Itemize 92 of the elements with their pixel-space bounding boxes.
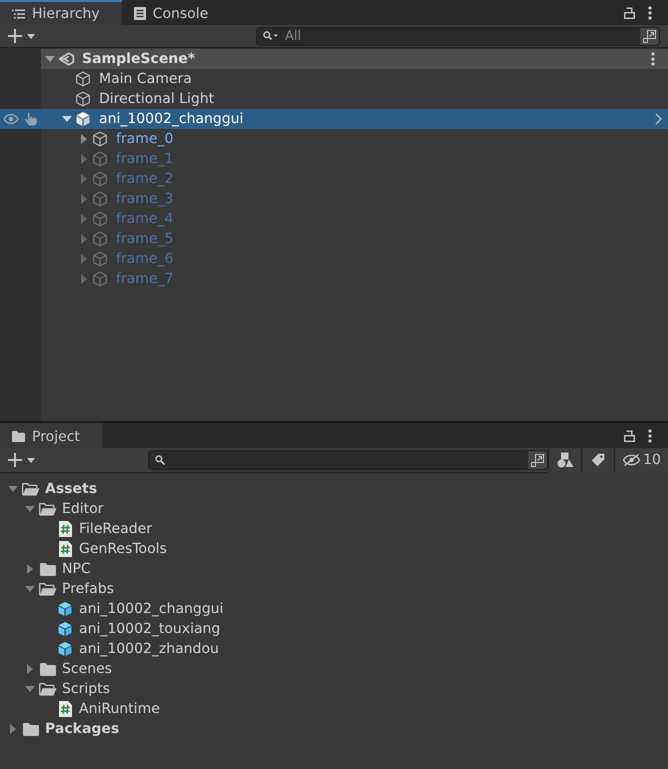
foldout-arrow-icon[interactable]	[27, 664, 33, 674]
cube-icon	[92, 131, 108, 147]
eye-slash-icon	[622, 454, 642, 466]
filled-cube-icon	[57, 641, 73, 657]
project-item[interactable]: NPC	[0, 559, 668, 579]
panel-tab[interactable]: Console	[122, 0, 230, 25]
square-arrow-icon	[643, 30, 656, 42]
project-item[interactable]: ani_10002_changgui	[0, 599, 668, 619]
cube-icon	[75, 71, 91, 87]
kebab-menu-icon[interactable]	[648, 6, 652, 20]
foldout-arrow-icon[interactable]	[81, 254, 87, 264]
project-item[interactable]: ani_10002_touxiang	[0, 619, 668, 639]
project-item[interactable]: ani_10002_zhandou	[0, 639, 668, 659]
project-item[interactable]: Assets	[0, 479, 668, 499]
panel-tab[interactable]: Hierarchy	[0, 0, 122, 25]
plus-icon	[8, 453, 22, 467]
tag-icon	[591, 453, 605, 467]
document-icon	[134, 7, 146, 20]
panel-tab[interactable]: Project	[0, 423, 102, 448]
cube-icon	[92, 151, 108, 167]
hierarchy-item[interactable]: Directional Light	[0, 89, 668, 109]
foldout-arrow-icon[interactable]	[62, 116, 72, 122]
caret-icon	[27, 458, 35, 462]
foldout-arrow-icon[interactable]	[81, 134, 87, 144]
folder-icon	[40, 662, 56, 676]
project-item[interactable]: Prefabs	[0, 579, 668, 599]
type-filter-button[interactable]	[548, 448, 581, 472]
kebab-menu-icon[interactable]	[648, 428, 652, 442]
foldout-arrow-icon[interactable]	[8, 486, 18, 492]
project-item[interactable]: FileReader	[0, 519, 668, 539]
cube-icon	[92, 211, 108, 227]
square-arrow-icon	[531, 454, 544, 466]
cube-icon	[92, 251, 108, 267]
project-item[interactable]: Scenes	[0, 659, 668, 679]
label-filter-button[interactable]	[581, 448, 614, 472]
hierarchy-item[interactable]: frame_0	[0, 129, 668, 149]
kebab-menu-icon[interactable]	[651, 52, 655, 66]
filled-cube-icon	[57, 621, 73, 637]
shapes-icon	[556, 452, 574, 468]
window-button[interactable]	[639, 28, 659, 44]
script-icon	[58, 541, 72, 557]
foldout-arrow-icon[interactable]	[45, 56, 55, 62]
lock-icon[interactable]	[624, 430, 635, 442]
caret-icon	[27, 34, 35, 38]
lock-icon[interactable]	[624, 6, 635, 18]
eye-icon[interactable]	[3, 114, 19, 124]
chevron-icon[interactable]	[655, 113, 662, 125]
foldout-arrow-icon[interactable]	[27, 564, 33, 574]
script-icon	[58, 701, 72, 717]
open-folder-icon	[39, 502, 57, 516]
cube-icon	[92, 171, 108, 187]
cube-icon	[92, 271, 108, 287]
folder-icon	[12, 431, 25, 442]
hand-icon[interactable]	[24, 112, 37, 126]
foldout-arrow-icon[interactable]	[25, 586, 35, 592]
foldout-arrow-icon[interactable]	[10, 724, 16, 734]
hidden-packages-button[interactable]: 10	[614, 448, 668, 472]
project-item[interactable]: AniRuntime	[0, 699, 668, 719]
foldout-arrow-icon[interactable]	[81, 214, 87, 224]
project-item[interactable]: Packages	[0, 719, 668, 739]
search-icon	[155, 455, 165, 465]
filled-cube-icon	[57, 601, 73, 617]
project-item[interactable]: Editor	[0, 499, 668, 519]
search-field[interactable]	[148, 450, 548, 470]
search-field[interactable]: All	[256, 26, 660, 46]
project-item[interactable]: Scripts	[0, 679, 668, 699]
window-button[interactable]	[527, 451, 547, 469]
cube-icon	[92, 191, 108, 207]
search-icon[interactable]	[263, 31, 278, 41]
foldout-arrow-icon[interactable]	[81, 194, 87, 204]
hierarchy-item[interactable]: ani_10002_changgui	[0, 109, 668, 129]
list-icon	[12, 8, 25, 18]
filled-cube-icon	[75, 111, 91, 127]
foldout-arrow-icon[interactable]	[81, 274, 87, 284]
cube-icon	[92, 231, 108, 247]
folder-icon	[40, 562, 56, 576]
foldout-arrow-icon[interactable]	[81, 234, 87, 244]
plus-icon	[8, 29, 22, 43]
scene-header[interactable]: SampleScene*	[41, 49, 668, 69]
script-icon	[58, 521, 72, 537]
foldout-arrow-icon[interactable]	[81, 154, 87, 164]
hierarchy-item[interactable]: Main Camera	[0, 69, 668, 89]
folder-icon	[23, 722, 39, 736]
open-folder-icon	[39, 682, 57, 696]
open-folder-icon	[22, 482, 40, 496]
foldout-arrow-icon[interactable]	[25, 506, 35, 512]
foldout-arrow-icon[interactable]	[81, 174, 87, 184]
open-folder-icon	[39, 582, 57, 596]
scene-icon	[58, 51, 75, 67]
cube-icon	[75, 91, 91, 107]
project-item[interactable]: GenResTools	[0, 539, 668, 559]
foldout-arrow-icon[interactable]	[25, 686, 35, 692]
